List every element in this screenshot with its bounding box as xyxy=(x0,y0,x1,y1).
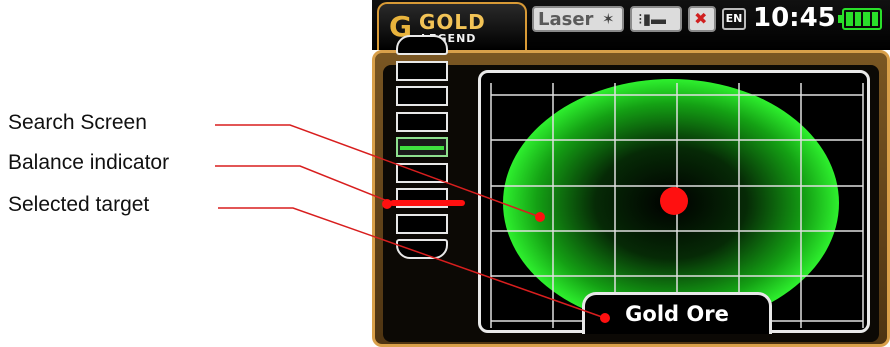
callout-line-search-screen xyxy=(215,124,541,218)
callout-line-balance xyxy=(215,165,396,205)
callout-dot-target xyxy=(600,313,610,323)
callout-dot-balance xyxy=(382,199,392,209)
callout-dot-search-screen xyxy=(535,212,545,222)
callout-lines xyxy=(215,124,610,323)
callout-line-target xyxy=(218,207,606,319)
